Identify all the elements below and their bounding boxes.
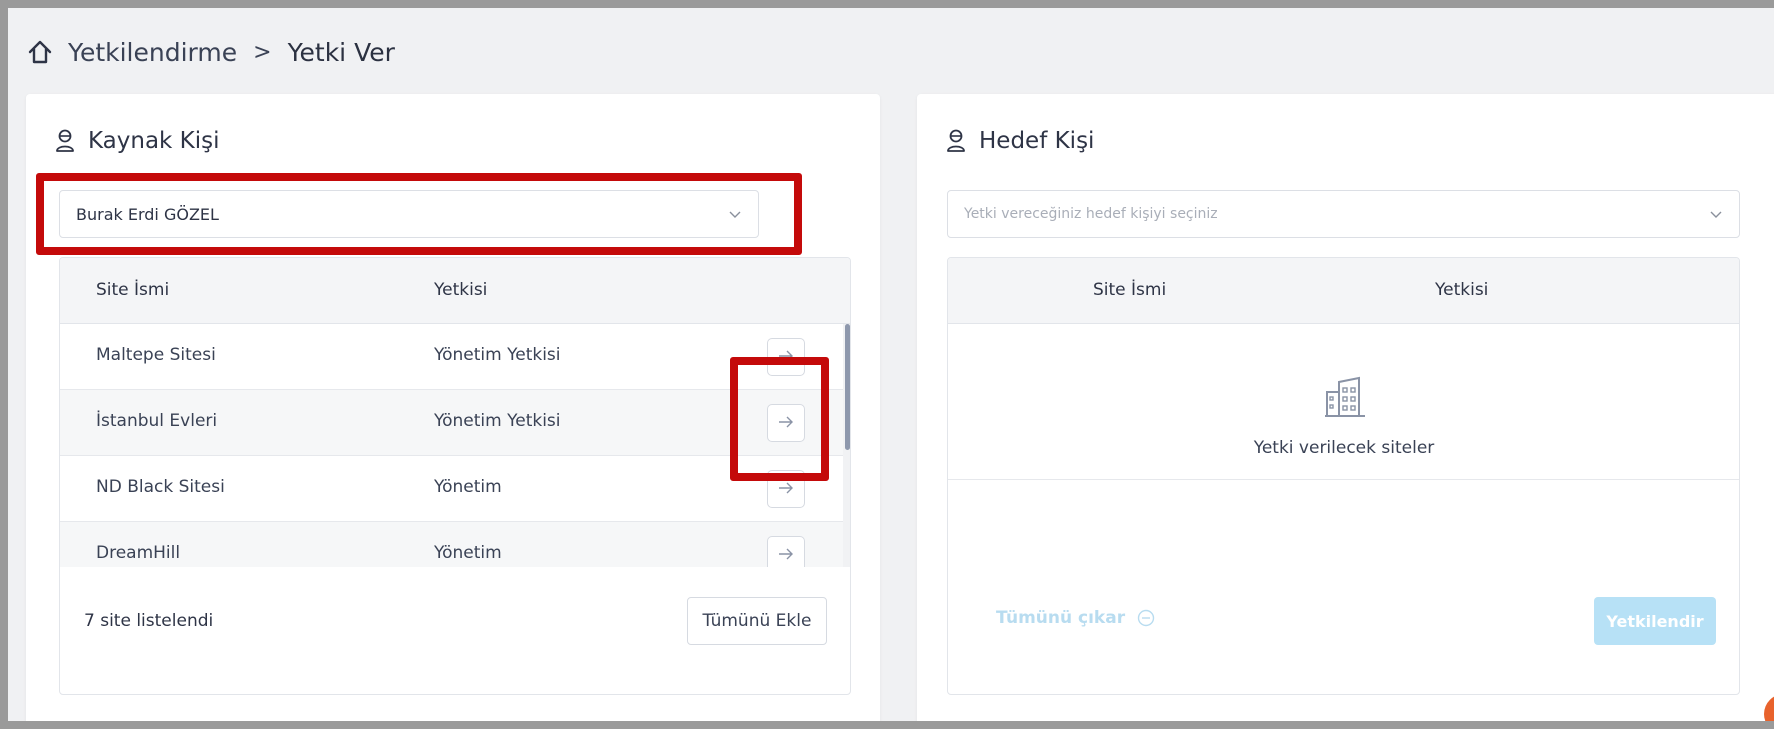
target-title: Hedef Kişi	[945, 128, 1094, 154]
table-row: İstanbul Evleri Yönetim Yetkisi	[60, 390, 843, 456]
remove-all-label: Tümünü çıkar	[996, 608, 1126, 628]
site-name: Maltepe Sitesi	[96, 345, 216, 365]
breadcrumb-current: Yetki Ver	[287, 37, 395, 67]
chevron-down-icon	[728, 207, 742, 221]
arrow-right-icon	[778, 481, 794, 498]
empty-state-text: Yetki verilecek siteler	[1253, 438, 1435, 458]
arrow-right-icon	[778, 349, 794, 366]
move-right-button[interactable]	[767, 338, 805, 376]
building-icon	[1323, 376, 1367, 420]
minus-circle-icon	[1137, 609, 1155, 627]
breadcrumb: Yetkilendirme > Yetki Ver	[26, 32, 395, 72]
target-sites-table: Site İsmi Yetkisi Yetki verilecek sitele…	[947, 257, 1740, 695]
user-icon	[54, 128, 76, 154]
table-row: DreamHill Yönetim	[60, 522, 843, 567]
site-name: İstanbul Evleri	[96, 411, 218, 431]
site-name: ND Black Sitesi	[96, 477, 225, 497]
table-row: ND Black Sitesi Yönetim	[60, 456, 843, 522]
home-icon[interactable]	[26, 38, 54, 66]
site-role: Yönetim	[434, 543, 502, 563]
table-row: Maltepe Sitesi Yönetim Yetkisi	[60, 324, 843, 390]
table-scrollbar[interactable]	[843, 324, 850, 567]
target-person-placeholder: Yetki vereceğiniz hedef kişiyi seçiniz	[964, 206, 1218, 222]
source-person-select[interactable]: Burak Erdi GÖZEL	[59, 190, 759, 238]
source-person-value: Burak Erdi GÖZEL	[76, 204, 219, 224]
source-title: Kaynak Kişi	[54, 128, 220, 154]
user-icon	[945, 128, 967, 154]
breadcrumb-parent[interactable]: Yetkilendirme	[68, 38, 237, 67]
app-frame: Yetkilendirme > Yetki Ver Kaynak Kişi Bu…	[8, 8, 1774, 721]
site-role: Yönetim Yetkisi	[434, 345, 561, 365]
table-header: Site İsmi Yetkisi	[60, 258, 850, 324]
site-count-text: 7 site listelendi	[84, 611, 214, 631]
divider	[948, 479, 1739, 480]
remove-all-button[interactable]: Tümünü çıkar	[996, 608, 1155, 628]
column-header-site: Site İsmi	[96, 280, 170, 300]
source-sites-table: Site İsmi Yetkisi Maltepe Sitesi Yönetim…	[59, 257, 851, 695]
scrollbar-thumb[interactable]	[845, 324, 850, 450]
move-right-button[interactable]	[767, 470, 805, 508]
add-all-button[interactable]: Tümünü Ekle	[687, 597, 827, 645]
breadcrumb-separator: >	[253, 39, 272, 65]
authorize-button[interactable]: Yetkilendir	[1594, 597, 1716, 645]
target-card: Hedef Kişi Yetki vereceğiniz hedef kişiy…	[917, 94, 1774, 721]
move-right-button[interactable]	[767, 536, 805, 567]
site-role: Yönetim Yetkisi	[434, 411, 561, 431]
source-title-text: Kaynak Kişi	[88, 128, 220, 154]
source-card: Kaynak Kişi Burak Erdi GÖZEL Site İsmi Y…	[26, 94, 880, 721]
table-body: Maltepe Sitesi Yönetim Yetkisi İstanbul …	[60, 324, 843, 567]
target-title-text: Hedef Kişi	[979, 128, 1095, 154]
arrow-right-icon	[778, 415, 794, 432]
column-header-role: Yetkisi	[1435, 280, 1489, 300]
site-role: Yönetim	[434, 477, 502, 497]
site-name: DreamHill	[96, 543, 181, 563]
move-right-button[interactable]	[767, 404, 805, 442]
column-header-site: Site İsmi	[1093, 280, 1167, 300]
target-person-select[interactable]: Yetki vereceğiniz hedef kişiyi seçiniz	[947, 190, 1740, 238]
arrow-right-icon	[778, 547, 794, 564]
chevron-down-icon	[1709, 207, 1723, 221]
table-header: Site İsmi Yetkisi	[948, 258, 1739, 324]
column-header-role: Yetkisi	[434, 280, 488, 300]
